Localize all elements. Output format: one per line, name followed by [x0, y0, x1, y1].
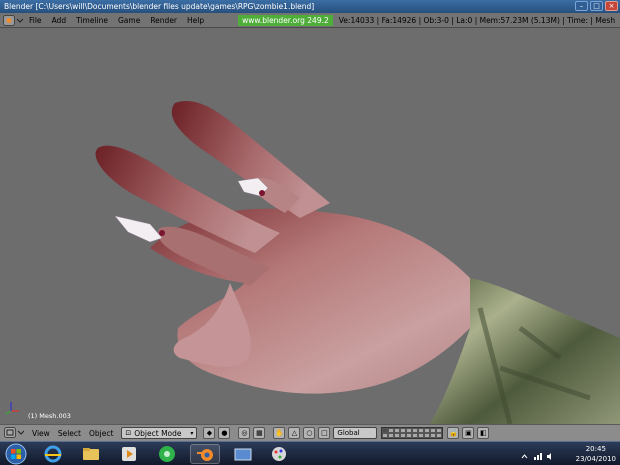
- menu-game[interactable]: Game: [118, 16, 140, 25]
- scale-icon[interactable]: □: [318, 427, 331, 439]
- window-title: Blender [C:\Users\will\Documents\blender…: [4, 2, 315, 11]
- mode-select-label: Object Mode: [134, 428, 182, 438]
- window-titlebar[interactable]: Blender [C:\Users\will\Documents\blender…: [0, 0, 620, 13]
- mode-select[interactable]: ⊡ Object Mode ▾: [121, 427, 198, 439]
- file-explorer-icon[interactable]: [76, 444, 106, 464]
- lock-icon[interactable]: 🔒: [447, 427, 460, 439]
- menu-file[interactable]: File: [29, 16, 42, 25]
- hand-mesh-render: [95, 101, 620, 424]
- menu-timeline[interactable]: Timeline: [76, 16, 108, 25]
- window-switch-icon[interactable]: [228, 444, 258, 464]
- layer-buttons[interactable]: [381, 427, 444, 439]
- start-button[interactable]: [4, 443, 28, 465]
- layout-icon[interactable]: ▦: [253, 427, 266, 439]
- layer-button[interactable]: [436, 433, 443, 438]
- menu-add[interactable]: Add: [52, 16, 67, 25]
- chrome-green-icon[interactable]: [152, 444, 182, 464]
- render-camera-icon[interactable]: ◧: [477, 427, 490, 439]
- menu-view[interactable]: View: [32, 429, 50, 438]
- 3d-view-header: View Select Object ⊡ Object Mode ▾ ◆ ● ◎…: [0, 424, 620, 441]
- translate-icon[interactable]: △: [288, 427, 301, 439]
- blender-url-badge[interactable]: www.blender.org 249.2: [238, 14, 333, 26]
- clock-time: 20:45: [585, 445, 606, 453]
- tray-arrow-icon[interactable]: [520, 446, 529, 459]
- window-controls: – □ ×: [575, 1, 618, 11]
- minimize-button[interactable]: –: [575, 1, 588, 11]
- 3d-viewport[interactable]: (1) Mesh.003: [0, 28, 620, 424]
- manipulator-hand-icon[interactable]: ✋: [273, 427, 286, 439]
- orientation-select[interactable]: Global: [333, 427, 378, 439]
- shading-icon[interactable]: ●: [218, 427, 231, 439]
- object-mode-icon: ⊡: [125, 429, 132, 437]
- rotate-icon[interactable]: ○: [303, 427, 316, 439]
- internet-explorer-icon[interactable]: [38, 444, 68, 464]
- claw-lower: [114, 215, 163, 243]
- draw-type-icon[interactable]: ◆: [203, 427, 216, 439]
- scene-stats: Ve:14033 | Fa:14926 | Ob:3-0 | La:0 | Me…: [338, 15, 616, 25]
- volume-icon[interactable]: [546, 446, 555, 460]
- media-player-icon[interactable]: [114, 444, 144, 464]
- info-menubar: File Add Timeline Game Render Help www.b…: [0, 13, 620, 28]
- pivot-icon[interactable]: ◎: [238, 427, 251, 439]
- menu-select[interactable]: Select: [58, 429, 81, 438]
- menu-help[interactable]: Help: [187, 16, 204, 25]
- chevron-down-icon: ▾: [190, 429, 194, 437]
- editor-type-icon[interactable]: [3, 14, 25, 26]
- windows-taskbar: 20:45 23/04/2010: [0, 441, 620, 465]
- render-preview-icon[interactable]: ▣: [462, 427, 475, 439]
- active-object-label: (1) Mesh.003: [28, 412, 71, 420]
- editor-type-icon[interactable]: [4, 426, 25, 440]
- taskbar-clock[interactable]: 20:45 23/04/2010: [576, 444, 616, 464]
- system-tray: [520, 446, 555, 460]
- menu-object[interactable]: Object: [89, 429, 113, 438]
- maximize-button[interactable]: □: [590, 1, 603, 11]
- blender-taskbar-icon[interactable]: [190, 444, 220, 464]
- clock-date: 23/04/2010: [575, 455, 616, 463]
- paint-icon[interactable]: [264, 444, 294, 464]
- network-icon[interactable]: [533, 446, 542, 460]
- menu-render[interactable]: Render: [150, 16, 177, 25]
- close-button[interactable]: ×: [605, 1, 618, 11]
